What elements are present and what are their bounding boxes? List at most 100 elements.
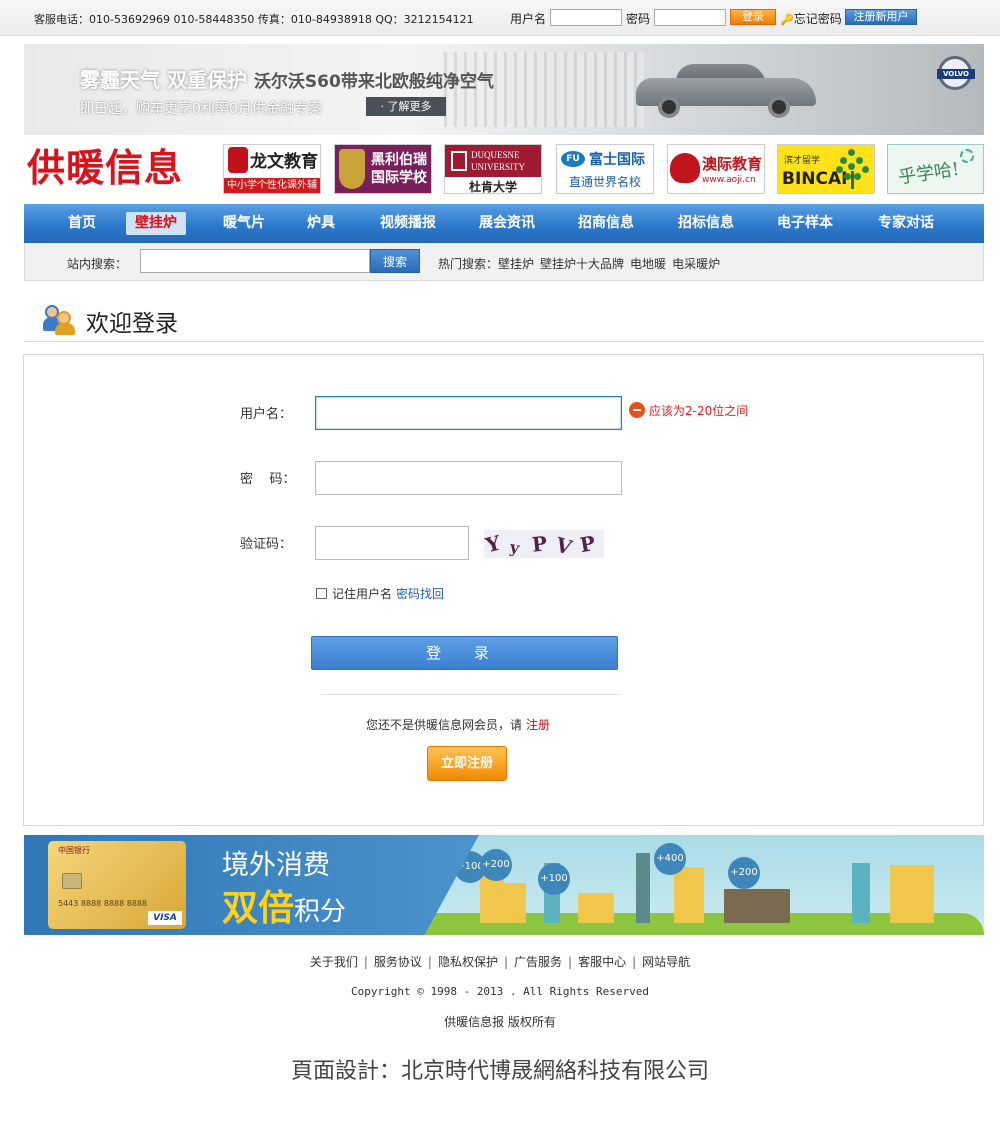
rights-reserved: 供暖信息报 版权所有 xyxy=(444,1015,556,1029)
footer-link-about[interactable]: 关于我们 xyxy=(310,955,358,969)
remember-label: 记住用户名 xyxy=(332,587,393,601)
volvo-logo: VOLVO xyxy=(937,56,975,90)
site-search-bar: 站内搜索： 搜索 热门搜索：壁挂炉 壁挂炉十大品牌 电地暖 电采暖炉 xyxy=(24,243,984,281)
nav-item-catalog[interactable]: 电子样本 xyxy=(766,212,844,235)
sun-icon xyxy=(960,149,974,163)
nav-item-expert[interactable]: 专家对话 xyxy=(867,212,945,235)
username-error-text: 应该为2-20位之间 xyxy=(649,404,749,418)
chip-icon xyxy=(62,873,82,889)
remember-row: 记住用户名 密码找回 xyxy=(316,585,444,602)
sponsor-hailey-title: 黑利伯瑞国际学校 xyxy=(371,152,427,186)
login-divider xyxy=(321,694,620,695)
ad-line2-suffix: 积分 xyxy=(294,897,347,927)
banner-headline-main: 雾霾天气 双重保护 xyxy=(80,68,247,92)
recover-password-link[interactable]: 密码找回 xyxy=(396,587,444,601)
tree-icon xyxy=(836,149,870,189)
username-error: 应该为2-20位之间 xyxy=(629,402,748,419)
visa-logo: VISA xyxy=(148,911,182,925)
ad-gate xyxy=(724,889,790,923)
hot-search-label: 热门搜索： xyxy=(438,257,499,271)
ad-building xyxy=(852,863,870,923)
footer-link-ads[interactable]: 广告服务 xyxy=(514,955,562,969)
captcha-input[interactable] xyxy=(315,526,469,560)
username-input[interactable] xyxy=(315,396,622,430)
sponsor-fuji-title: 富士国际 xyxy=(589,152,645,168)
key-icon: 🔑 xyxy=(780,13,794,26)
captcha-char: Y xyxy=(483,530,503,558)
nav-item-exhibition[interactable]: 展会资讯 xyxy=(468,212,546,235)
card-number: 5443 8888 8888 8888 xyxy=(58,899,148,908)
footer-link-sitemap[interactable]: 网站导航 xyxy=(642,955,690,969)
boc-card-ad[interactable]: +100 +200 +100 +400 +200 中国银行 5443 8888 … xyxy=(24,835,984,935)
top-login-button[interactable]: 登录 xyxy=(730,9,776,25)
register-new-user-button[interactable]: 注册新用户 xyxy=(845,9,917,25)
top-username-input[interactable] xyxy=(550,9,622,26)
copyright: Copyright © 1998 - 2013 . All Rights Res… xyxy=(350,985,649,998)
main-nav: 首页 壁挂炉 暖气片 炉具 视频播报 展会资讯 招商信息 招标信息 电子样本 专… xyxy=(24,204,984,243)
ad-building xyxy=(504,883,526,923)
captcha-char: y xyxy=(508,537,521,558)
site-search-input[interactable] xyxy=(140,249,370,273)
nav-item-investment[interactable]: 招商信息 xyxy=(567,212,645,235)
sponsor-aoji-title: 澳际教育 xyxy=(702,155,763,173)
nav-item-radiator[interactable]: 暖气片 xyxy=(214,212,274,235)
not-member-label: 您还不是供暖信息网会员，请 xyxy=(366,718,523,732)
username-label: 用户名： xyxy=(240,407,293,422)
remember-checkbox[interactable] xyxy=(316,588,327,599)
hot-search-term[interactable]: 壁挂炉十大品牌 xyxy=(540,257,624,271)
points-bubble: +100 xyxy=(538,863,570,895)
points-bubble: +400 xyxy=(654,843,686,875)
top-password-input[interactable] xyxy=(654,9,726,26)
password-label: 密 码： xyxy=(240,472,296,487)
sponsor-hailey[interactable]: 黑利伯瑞国际学校 xyxy=(334,144,432,194)
nav-item-stove[interactable]: 炉具 xyxy=(296,212,346,235)
sponsor-longwen[interactable]: 龙文教育 中小学个性化课外辅导 xyxy=(223,144,321,194)
contact-info: 客服电话：010-53692969 010-58448350 传真：010-84… xyxy=(34,13,474,26)
sponsor-huxueha-title: 乎学哈! xyxy=(897,158,961,189)
site-logo[interactable]: 供暖信息 xyxy=(27,145,183,191)
sponsor-duquesne-cn: 杜肯大学 xyxy=(468,180,517,194)
credit-card-image: 中国银行 5443 8888 8888 8888 VISA xyxy=(48,841,186,929)
hot-search: 热门搜索：壁挂炉 壁挂炉十大品牌 电地暖 电采暖炉 xyxy=(438,255,726,272)
register-link[interactable]: 注册 xyxy=(526,718,550,732)
banner-headline: 雾霾天气 双重保护 沃尔沃S60带来北欧般纯净空气 xyxy=(80,64,494,93)
ad-windmill xyxy=(578,893,614,923)
ad-line2-main: 双倍 xyxy=(222,888,295,929)
top-password-label: 密码 xyxy=(626,12,651,26)
not-member-text: 您还不是供暖信息网会员，请 注册 xyxy=(366,716,550,733)
top-username-label: 用户名 xyxy=(510,12,547,26)
design-credit: 頁面設計：北京時代博晟網絡科技有限公司 xyxy=(290,1059,709,1084)
nav-item-wall-boiler[interactable]: 壁挂炉 xyxy=(126,212,186,235)
volvo-banner-ad[interactable]: 雾霾天气 双重保护 沃尔沃S60带来北欧般纯净空气 即日起，购车更享0利率0月供… xyxy=(24,44,984,135)
sponsor-huxueha[interactable]: 乎学哈! xyxy=(887,144,984,194)
hot-search-term[interactable]: 壁挂炉 xyxy=(498,257,534,271)
sponsor-aoji[interactable]: 澳际教育 www.aoji.cn xyxy=(667,144,765,194)
banner-more-button[interactable]: · 了解更多 xyxy=(366,97,446,116)
site-search-button[interactable]: 搜索 xyxy=(370,249,420,273)
hot-search-term[interactable]: 电地暖 xyxy=(630,257,666,271)
longwen-icon xyxy=(228,147,248,173)
footer-link-privacy[interactable]: 隐私权保护 xyxy=(438,955,498,969)
nav-item-video[interactable]: 视频播报 xyxy=(369,212,447,235)
footer-link-terms[interactable]: 服务协议 xyxy=(374,955,422,969)
nav-item-tender[interactable]: 招标信息 xyxy=(667,212,745,235)
nav-item-home[interactable]: 首页 xyxy=(57,212,107,235)
title-divider xyxy=(24,341,984,342)
footer-link-support[interactable]: 客服中心 xyxy=(578,955,626,969)
hot-search-term[interactable]: 电采暖炉 xyxy=(672,257,720,271)
captcha-image[interactable]: Y y P V P xyxy=(483,530,604,560)
car-image xyxy=(636,64,816,118)
captcha-char: P xyxy=(530,531,549,557)
volvo-logo-text: VOLVO xyxy=(937,69,975,79)
banner-subline: 即日起，购车更享0利率0月供金融专案 xyxy=(80,101,322,117)
register-now-button[interactable]: 立即注册 xyxy=(427,746,507,781)
password-input[interactable] xyxy=(315,461,622,495)
points-bubble: +200 xyxy=(728,857,760,889)
sponsor-bincai[interactable]: 滨才留学 BINCAI xyxy=(777,144,875,194)
forgot-password-link[interactable]: 🔑忘记密码 xyxy=(780,10,842,27)
sponsor-longwen-title: 龙文教育 xyxy=(250,152,318,172)
points-bubble: +200 xyxy=(480,849,512,881)
sponsor-fuji[interactable]: FU 富士国际 直通世界名校 xyxy=(556,144,654,194)
login-submit-button[interactable]: 登 录 xyxy=(311,636,618,670)
sponsor-duquesne[interactable]: DUQUESNE UNIVERSITY 杜肯大学 xyxy=(444,144,542,194)
